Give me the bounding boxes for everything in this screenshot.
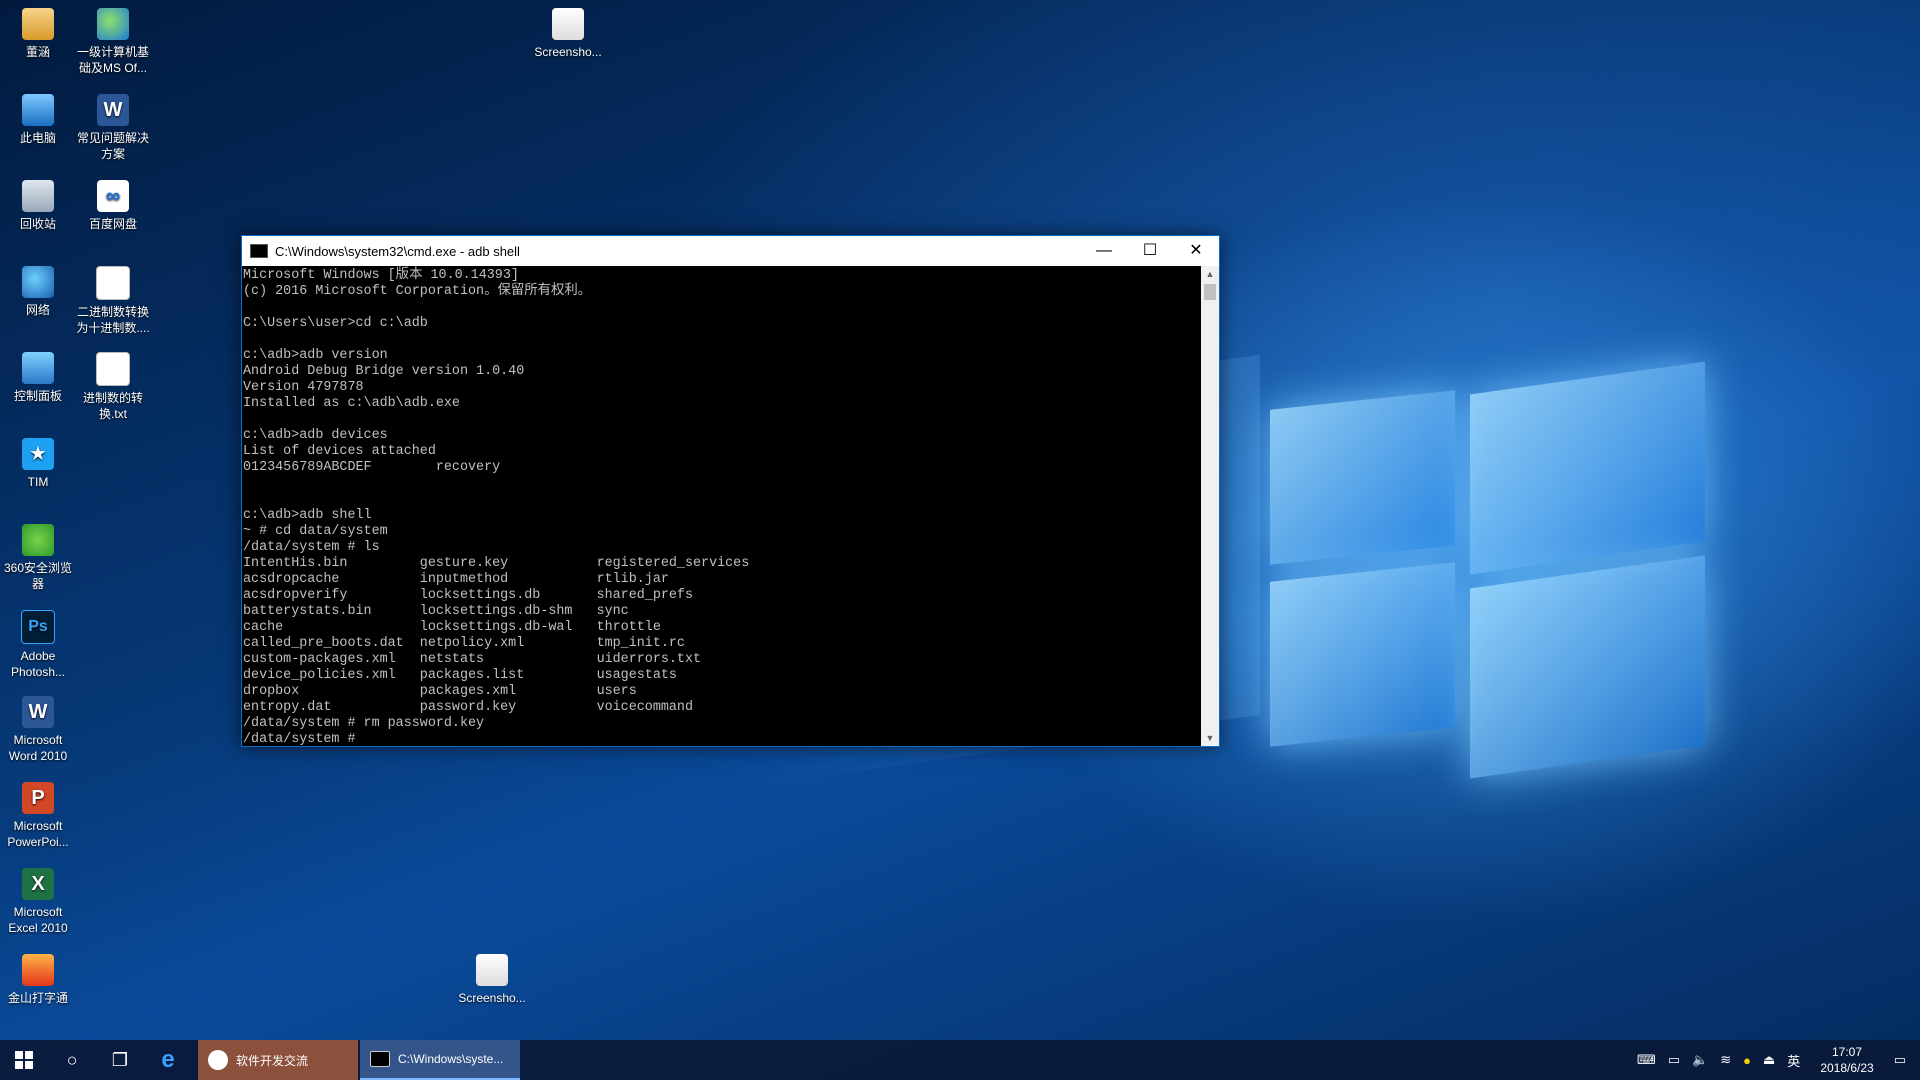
- volume-icon[interactable]: 🔈: [1692, 1052, 1708, 1068]
- ime-indicator[interactable]: 英: [1787, 1051, 1800, 1070]
- desktop-icon-base-conversion-txt[interactable]: 进制数的转换.txt: [75, 352, 151, 422]
- desktop-icon-screenshot-1[interactable]: Screensho...: [530, 8, 606, 60]
- desktop-icon-binary-to-decimal[interactable]: 二进制数转换为十进制数....: [75, 266, 151, 336]
- wifi-icon[interactable]: ≋: [1720, 1052, 1731, 1068]
- desktop-icon-screenshot-2[interactable]: Screensho...: [454, 954, 530, 1006]
- usb-icon[interactable]: ⏏: [1763, 1052, 1775, 1068]
- notification-center-icon[interactable]: ▭: [1894, 1052, 1906, 1068]
- text-file-icon: [96, 352, 130, 386]
- desktop-icon-ms-office-course[interactable]: 一级计算机基础及MS Of...: [75, 8, 151, 76]
- battery-icon[interactable]: ▭: [1668, 1052, 1680, 1068]
- control-panel-icon: [22, 352, 54, 384]
- scroll-up-arrow-icon[interactable]: ▲: [1201, 266, 1219, 282]
- cmd-window[interactable]: C:\Windows\system32\cmd.exe - adb shell …: [241, 235, 1220, 747]
- taskbar-app-dev-chat[interactable]: 软件开发交流: [198, 1040, 358, 1080]
- edge-button[interactable]: e: [144, 1040, 192, 1080]
- task-view-icon: ❐: [111, 1049, 129, 1070]
- keyboard-icon[interactable]: ⌨: [1637, 1052, 1656, 1068]
- desktop-icon-control-panel[interactable]: 控制面板: [0, 352, 76, 404]
- image-file-icon: [476, 954, 508, 986]
- powerpoint-icon: P: [22, 782, 54, 814]
- close-button[interactable]: ✕: [1173, 236, 1219, 266]
- window-titlebar[interactable]: C:\Windows\system32\cmd.exe - adb shell …: [242, 236, 1219, 266]
- desktop-icon-network[interactable]: 网络: [0, 266, 76, 318]
- scroll-down-arrow-icon[interactable]: ▼: [1201, 730, 1219, 746]
- edge-icon: e: [161, 1046, 175, 1073]
- course-app-icon: [97, 8, 129, 40]
- search-button[interactable]: ○: [48, 1040, 96, 1080]
- security-app-icon[interactable]: ●: [1743, 1053, 1751, 1068]
- cmd-icon: [370, 1051, 390, 1067]
- computer-icon: [22, 94, 54, 126]
- tim-icon: ★: [22, 438, 54, 470]
- desktop-icon-user-folder[interactable]: 董涵: [0, 8, 76, 60]
- scroll-thumb[interactable]: [1204, 284, 1216, 300]
- clock[interactable]: 17:07 2018/6/23: [1820, 1044, 1873, 1076]
- word-doc-icon: W: [97, 94, 129, 126]
- photoshop-icon: Ps: [21, 610, 55, 644]
- 360-browser-icon: [22, 524, 54, 556]
- excel-icon: X: [22, 868, 54, 900]
- start-button[interactable]: [0, 1040, 48, 1080]
- baidu-netdisk-icon: ∞: [97, 180, 129, 212]
- desktop-icon-this-pc[interactable]: 此电脑: [0, 94, 76, 146]
- text-file-icon: [96, 266, 130, 300]
- desktop-icon-typing-tutor[interactable]: 金山打字通: [0, 954, 76, 1006]
- chat-app-icon: [208, 1050, 228, 1070]
- taskbar-app-cmd[interactable]: C:\Windows\syste...: [360, 1040, 520, 1080]
- task-view-button[interactable]: ❐: [96, 1040, 144, 1080]
- console-text: Microsoft Windows [版本 10.0.14393] (c) 20…: [243, 268, 750, 746]
- desktop-icon-baidu-netdisk[interactable]: ∞ 百度网盘: [75, 180, 151, 232]
- desktop-icon-faq-doc[interactable]: W 常见问题解决方案: [75, 94, 151, 162]
- maximize-button[interactable]: ☐: [1127, 236, 1173, 266]
- recycle-bin-icon: [22, 180, 54, 212]
- word-icon: W: [22, 696, 54, 728]
- desktop-icon-tim[interactable]: ★ TIM: [0, 438, 76, 490]
- desktop-icon-360-browser[interactable]: 360安全浏览器: [0, 524, 76, 592]
- desktop-icon-photoshop[interactable]: Ps Adobe Photosh...: [0, 610, 76, 680]
- desktop-icon-recycle-bin[interactable]: 回收站: [0, 180, 76, 232]
- windows-logo-wallpaper: [1250, 340, 1720, 780]
- desktop-icon-word-2010[interactable]: W Microsoft Word 2010: [0, 696, 76, 764]
- user-folder-icon: [22, 8, 54, 40]
- desktop-icon-excel-2010[interactable]: X Microsoft Excel 2010: [0, 868, 76, 936]
- minimize-button[interactable]: —: [1081, 236, 1127, 266]
- system-tray: ⌨ ▭ 🔈 ≋ ● ⏏ 英 17:07 2018/6/23 ▭: [1631, 1040, 1920, 1080]
- clock-time: 17:07: [1831, 1045, 1863, 1059]
- windows-start-icon: [15, 1051, 33, 1069]
- vertical-scrollbar[interactable]: ▲ ▼: [1201, 266, 1219, 746]
- network-icon: [22, 266, 54, 298]
- window-title: C:\Windows\system32\cmd.exe - adb shell: [275, 243, 520, 259]
- image-file-icon: [552, 8, 584, 40]
- clock-date: 2018/6/23: [1820, 1061, 1874, 1075]
- console-output[interactable]: Microsoft Windows [版本 10.0.14393] (c) 20…: [242, 266, 1200, 746]
- typing-tutor-icon: [22, 954, 54, 986]
- cortana-circle-icon: ○: [66, 1049, 78, 1070]
- desktop-icon-powerpoint[interactable]: P Microsoft PowerPoi...: [0, 782, 76, 850]
- cmd-icon: [250, 244, 268, 258]
- taskbar: ○ ❐ e 软件开发交流 C:\Windows\syste... ⌨ ▭ 🔈 ≋…: [0, 1040, 1920, 1080]
